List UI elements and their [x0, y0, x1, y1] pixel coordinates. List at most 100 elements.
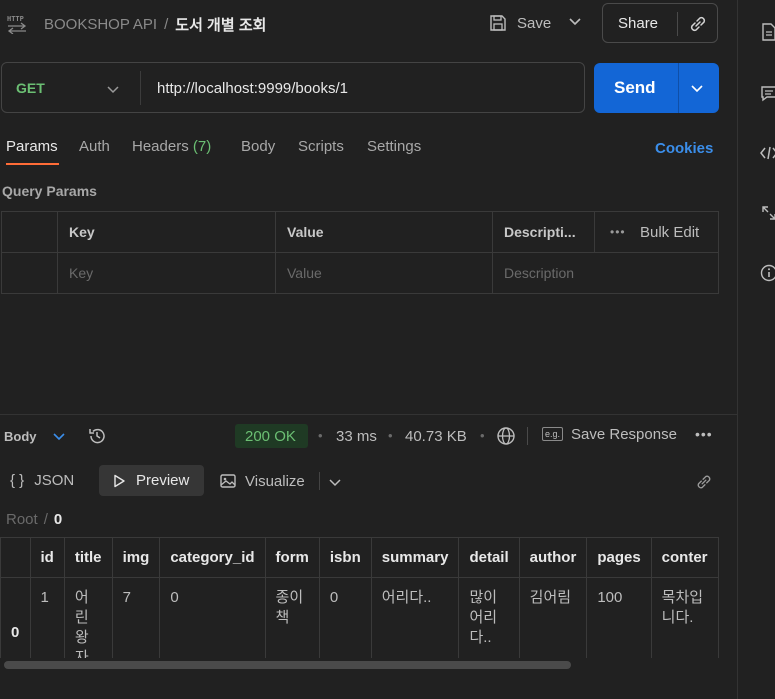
related-collections-icon[interactable]	[760, 204, 775, 225]
table-cell: 100	[586, 577, 652, 658]
horizontal-scrollbar[interactable]	[4, 661, 571, 669]
status-badge[interactable]: 200 OK	[235, 424, 308, 448]
column-header: detail	[458, 537, 520, 578]
table-cell: 어린 왕자들	[63, 577, 113, 658]
column-header: summary	[370, 537, 460, 578]
breadcrumb: BOOKSHOP API / 도서 개별 조회	[44, 14, 266, 35]
response-body-select[interactable]: Body	[4, 429, 37, 444]
bulk-edit-button[interactable]: Bulk Edit	[640, 224, 699, 241]
method-chevron-down-icon[interactable]	[106, 83, 120, 100]
copy-link-icon[interactable]	[687, 13, 709, 38]
view-json-label: JSON	[34, 472, 75, 489]
table-cell: 목차입니다.	[650, 577, 719, 658]
meta-separator-dot: •	[318, 428, 323, 443]
tab-body[interactable]: Body	[241, 138, 275, 155]
table-cell: 김어림	[518, 577, 588, 658]
response-more-icon[interactable]: •••	[695, 426, 713, 442]
response-size[interactable]: 40.73 KB	[405, 428, 467, 445]
documentation-icon[interactable]	[760, 22, 775, 45]
breadcrumb-collection[interactable]: BOOKSHOP API	[44, 16, 157, 33]
row-index-header	[0, 537, 31, 578]
column-header: isbn	[318, 537, 372, 578]
meta-separator-dot: •	[388, 428, 393, 443]
right-sidebar	[737, 0, 775, 699]
play-icon	[114, 474, 125, 487]
meta-separator-dot: •	[480, 428, 485, 443]
column-divider	[492, 212, 493, 293]
info-icon[interactable]	[760, 264, 775, 285]
column-header: img	[111, 537, 161, 578]
query-params-table: Key Value Descripti... ••• Bulk Edit Key…	[1, 211, 719, 294]
visualize-chevron-down-icon[interactable]	[328, 476, 342, 493]
more-options-icon[interactable]: •••	[610, 225, 626, 239]
key-input[interactable]: Key	[69, 265, 93, 281]
pane-divider[interactable]	[0, 414, 737, 415]
table-cell: 1	[29, 577, 65, 658]
response-time[interactable]: 33 ms	[336, 428, 377, 445]
send-button-group: Send	[594, 63, 719, 113]
table-header-row: id title img category_id form isbn summa…	[0, 537, 719, 578]
globe-icon[interactable]	[496, 426, 516, 449]
table-cell: 0	[318, 577, 372, 658]
view-preview-label: Preview	[136, 472, 190, 489]
image-icon	[220, 474, 236, 488]
request-name[interactable]: 도서 개별 조회	[175, 14, 266, 35]
table-cell: 0	[159, 577, 266, 658]
column-header: pages	[586, 537, 652, 578]
result-breadcrumb: Root / 0	[6, 511, 62, 528]
tab-params[interactable]: Params	[6, 138, 58, 155]
method-divider	[140, 71, 141, 105]
toolbar-divider	[527, 427, 528, 445]
request-bar: GET http://localhost:9999/books/1	[1, 62, 585, 113]
view-visualize-tab[interactable]: Visualize	[219, 472, 305, 490]
link-icon[interactable]	[694, 472, 714, 495]
save-options-chevron-down-icon[interactable]	[568, 15, 582, 32]
cookies-link[interactable]: Cookies	[655, 140, 713, 157]
save-button[interactable]: Save	[488, 11, 551, 35]
comments-icon[interactable]	[760, 84, 775, 105]
http-request-icon: HTTP	[6, 12, 28, 35]
example-icon: e.g.	[542, 427, 564, 441]
code-icon[interactable]	[760, 144, 775, 165]
view-json-tab[interactable]: { } JSON	[10, 472, 74, 489]
column-divider	[57, 212, 58, 293]
query-params-title: Query Params	[2, 183, 97, 199]
table-row-divider	[2, 252, 718, 253]
svg-text:HTTP: HTTP	[7, 15, 24, 23]
method-select[interactable]: GET	[16, 80, 45, 96]
active-tab-underline	[6, 163, 59, 165]
send-options-chevron-down-icon[interactable]	[690, 82, 704, 99]
url-input[interactable]: http://localhost:9999/books/1	[157, 80, 348, 97]
table-row[interactable]: 0 1 어린 왕자들 7 0 종이책 0 어리다.. 많이 어리다.. 김어림 …	[0, 577, 719, 658]
tab-settings[interactable]: Settings	[367, 138, 421, 155]
send-button[interactable]: Send	[614, 78, 656, 98]
save-response-button[interactable]: e.g. Save Response	[542, 426, 677, 443]
share-button[interactable]: Share	[618, 15, 658, 32]
column-divider	[275, 212, 276, 293]
share-divider	[677, 12, 678, 36]
value-input[interactable]: Value	[287, 265, 322, 281]
root-link[interactable]: Root	[6, 511, 38, 528]
column-header-description: Descripti...	[504, 224, 576, 240]
column-header: id	[29, 537, 65, 578]
view-preview-tab[interactable]: Preview	[111, 472, 189, 489]
row-index: 0	[0, 577, 31, 658]
tab-scripts[interactable]: Scripts	[298, 138, 344, 155]
breadcrumb-separator: /	[164, 16, 169, 33]
table-cell: 7	[111, 577, 161, 658]
view-divider	[319, 472, 320, 490]
tab-headers[interactable]: Headers (7)	[132, 138, 211, 155]
body-chevron-down-icon[interactable]	[52, 430, 66, 447]
share-group: Share	[602, 3, 718, 43]
description-input[interactable]: Description	[504, 265, 574, 281]
tab-headers-label: Headers	[132, 138, 189, 155]
result-table: id title img category_id form isbn summa…	[0, 537, 719, 658]
root-separator: /	[43, 511, 48, 528]
table-cell: 종이책	[264, 577, 320, 658]
json-braces-icon: { }	[10, 472, 25, 489]
tab-auth[interactable]: Auth	[79, 138, 110, 155]
column-header: form	[264, 537, 320, 578]
send-divider	[678, 63, 679, 113]
history-icon[interactable]	[87, 426, 107, 449]
save-label: Save	[517, 14, 552, 32]
